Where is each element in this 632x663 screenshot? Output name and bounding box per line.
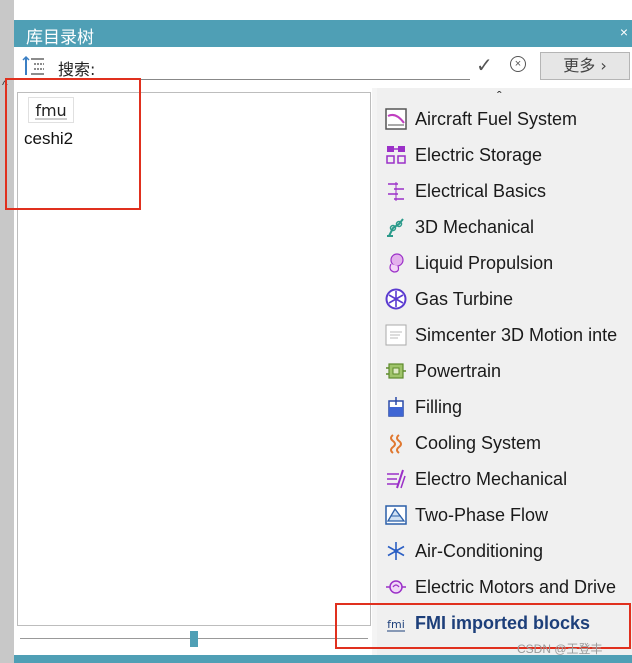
category-powertrain[interactable]: Powertrain — [377, 354, 632, 390]
category-fmi-imported-blocks[interactable]: fmi FMI imported blocks — [377, 606, 632, 642]
category-aircraft-fuel-system[interactable]: Aircraft Fuel System — [377, 102, 632, 138]
category-label: Cooling System — [415, 433, 542, 453]
electrical-basics-icon — [388, 182, 404, 201]
svg-text:fmi: fmi — [387, 618, 405, 631]
category-electro-mechanical[interactable]: Electro Mechanical — [377, 462, 632, 498]
svg-text:fmu: fmu — [35, 101, 66, 120]
category-label: Filling — [415, 397, 463, 417]
category-air-conditioning[interactable]: Air-Conditioning — [377, 534, 632, 570]
filling-icon — [388, 397, 404, 417]
gas-turbine-icon — [385, 288, 407, 310]
category-cooling-system[interactable]: Cooling System — [377, 426, 632, 462]
caret-icon: ^ — [2, 78, 8, 92]
cooling-system-icon — [390, 434, 402, 454]
more-button[interactable]: 更多 › — [540, 52, 630, 80]
category-label: Electric Motors and Drive — [415, 577, 617, 597]
category-label: Aircraft Fuel System — [415, 109, 578, 129]
motion-interface-icon — [385, 324, 407, 346]
category-label: Electrical Basics — [415, 181, 547, 201]
tree-node-label[interactable]: ceshi2 — [24, 129, 73, 149]
powertrain-icon — [386, 363, 406, 379]
category-liquid-propulsion[interactable]: Liquid Propulsion — [377, 246, 632, 282]
category-gas-turbine[interactable]: Gas Turbine — [377, 282, 632, 318]
electric-motors-icon — [386, 580, 406, 594]
category-electric-storage[interactable]: Electric Storage — [377, 138, 632, 174]
search-label: 搜索: — [58, 60, 96, 79]
category-label: Electro Mechanical — [415, 469, 568, 489]
search-input[interactable] — [108, 55, 470, 80]
confirm-search-icon[interactable]: ✓ — [476, 53, 493, 78]
category-two-phase-flow[interactable]: Two-Phase Flow — [377, 498, 632, 534]
category-label: Gas Turbine — [415, 289, 514, 309]
mechanical-3d-icon — [387, 218, 404, 237]
category-label: Two-Phase Flow — [415, 505, 549, 525]
clear-search-icon[interactable]: × — [510, 56, 526, 72]
left-edge-strip: ^ — [0, 0, 14, 663]
fmi-icon: fmi — [387, 618, 405, 632]
title-bar: 库目录树 × — [14, 20, 632, 48]
category-label: Air-Conditioning — [415, 541, 544, 561]
category-filling[interactable]: Filling — [377, 390, 632, 426]
tree-view-toggle-icon[interactable] — [22, 55, 46, 77]
search-bar: 搜索: ✓ × 更多 › — [14, 47, 632, 89]
air-conditioning-icon — [387, 542, 405, 560]
category-label: FMI imported blocks — [415, 613, 591, 633]
category-electric-motors-and-drives[interactable]: Electric Motors and Drive — [377, 570, 632, 606]
category-label: Liquid Propulsion — [415, 253, 554, 273]
category-3d-mechanical[interactable]: 3D Mechanical — [377, 210, 632, 246]
category-label: 3D Mechanical — [415, 217, 535, 237]
close-icon[interactable]: × — [620, 24, 628, 40]
aircraft-fuel-icon — [385, 108, 407, 130]
two-phase-flow-icon — [385, 505, 407, 525]
category-label: Simcenter 3D Motion inte — [415, 325, 618, 345]
watermark-text: CSDN @王登丰 — [517, 642, 603, 656]
category-simcenter-3d-motion[interactable]: Simcenter 3D Motion inte — [377, 318, 632, 354]
category-label: Electric Storage — [415, 145, 543, 165]
library-tree-panel[interactable]: fmu ceshi2 — [17, 92, 371, 626]
category-label: Powertrain — [415, 361, 502, 381]
window-title: 库目录树 — [26, 28, 94, 48]
liquid-propulsion-icon — [389, 253, 404, 273]
electro-mechanical-icon — [387, 469, 406, 489]
fmu-icon[interactable]: fmu — [28, 97, 74, 123]
electric-storage-icon — [386, 146, 406, 164]
category-list: ˆ Aircraft Fuel System Electric Storage … — [377, 88, 632, 658]
horizontal-scrollbar-thumb[interactable] — [190, 631, 198, 647]
category-electrical-basics[interactable]: Electrical Basics — [377, 174, 632, 210]
